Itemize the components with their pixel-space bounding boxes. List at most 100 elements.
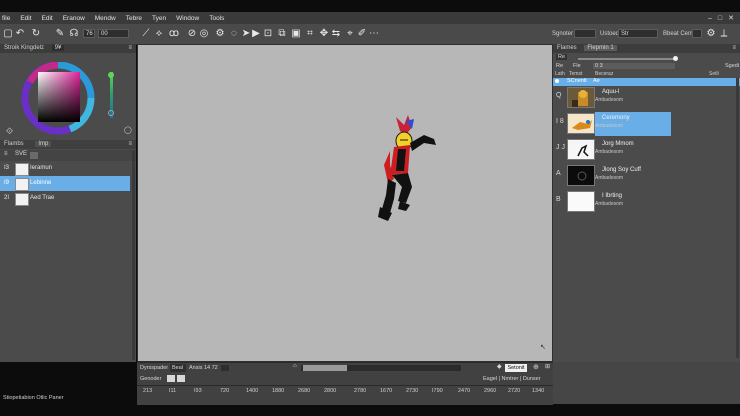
menu-tyen[interactable]: Tyen: [147, 15, 171, 22]
toolbar-field-1[interactable]: [574, 29, 596, 38]
timeline-scroll-thumb[interactable]: [303, 365, 347, 371]
timeline-tick: I93: [194, 388, 202, 394]
minimize-icon[interactable]: –: [708, 15, 712, 22]
reset-colors-icon[interactable]: ⟐: [6, 126, 13, 137]
layers-selected-header[interactable]: SCnentl Ae: [553, 78, 740, 86]
frame-index: I3: [4, 165, 10, 171]
frame-index: 2I: [4, 195, 10, 201]
frame-thumbnail: [15, 178, 29, 191]
color-panel: Stroik Kingdelz 9¥ ≡ ⟐ ◯: [0, 44, 136, 140]
more-icon[interactable]: ⋯: [368, 28, 380, 40]
play-icon[interactable]: ▶: [250, 28, 262, 40]
settings-icon[interactable]: ⚙: [705, 28, 717, 40]
timeline-scrollbar[interactable]: [301, 365, 461, 371]
toolbar-field-3[interactable]: [692, 29, 702, 38]
onion-skin-icon[interactable]: ◆: [497, 363, 502, 370]
tab-flambs[interactable]: Flambs: [4, 141, 24, 147]
hue-slider-handle[interactable]: [108, 72, 114, 78]
timeline-tick: 2730: [406, 388, 419, 394]
frame-label: Aed Trae: [30, 195, 55, 201]
panel-menu-icon[interactable]: ≡: [128, 140, 132, 149]
frame-row[interactable]: I3 Ieramun: [0, 161, 136, 176]
timeline-tick: 2680: [298, 388, 311, 394]
frame-row[interactable]: 2I Aed Trae: [0, 191, 136, 206]
layer-row[interactable]: B I Ibrting Ambadesom: [554, 190, 740, 214]
opacity-slider-handle[interactable]: [673, 56, 678, 61]
add-frame-icon[interactable]: ⊕: [533, 363, 539, 371]
link-icon[interactable]: ⊘: [186, 28, 198, 40]
new-icon[interactable]: ▢: [2, 28, 14, 40]
set-button[interactable]: Setonit: [505, 364, 527, 372]
layers-icon[interactable]: ⧉: [276, 28, 288, 40]
layers-control-sgedi[interactable]: Sgedi: [725, 63, 739, 69]
pen-icon[interactable]: ✎: [54, 28, 66, 40]
frames-scrollbar[interactable]: [132, 150, 135, 360]
menu-file[interactable]: file: [0, 15, 15, 22]
menu-edit-2[interactable]: Edit: [37, 15, 58, 22]
tab-flepmin[interactable]: Flepmin 1: [584, 45, 617, 51]
menu-window[interactable]: Window: [171, 15, 204, 22]
selected-header-right: Ae: [593, 78, 600, 84]
layer-row[interactable]: Q Aquu-l Ambadesom: [554, 86, 740, 110]
value-slider-handle[interactable]: [108, 110, 114, 116]
flip-icon[interactable]: ⇆: [330, 28, 342, 40]
fill-icon[interactable]: ◌: [228, 28, 240, 40]
lasso-icon[interactable]: ꝏ: [168, 28, 180, 40]
tab-imp[interactable]: Imp: [35, 141, 52, 147]
timeline-dropdown[interactable]: [221, 365, 229, 371]
maximize-icon[interactable]: □: [718, 15, 722, 22]
timeline-field[interactable]: Beal: [170, 364, 186, 372]
timeline-grid-icon[interactable]: ⊞: [545, 363, 550, 370]
timeline-panel: Dyrsspader Beal Ansis 14 72 ⌂ ◆ Setonit …: [137, 362, 553, 405]
headphones-icon[interactable]: ☊: [68, 28, 80, 40]
menu-eranow[interactable]: Eranow: [58, 15, 90, 22]
crop-icon[interactable]: ⌗: [304, 28, 316, 40]
frame-label: Lebinne: [30, 180, 52, 186]
transform-icon[interactable]: ⟡: [153, 28, 165, 40]
filter-value[interactable]: SVE: [15, 151, 27, 157]
panel-menu-icon[interactable]: ≡: [128, 44, 132, 53]
close-icon[interactable]: ✕: [728, 14, 734, 22]
color-options-icon[interactable]: ◯: [124, 126, 132, 134]
eyedropper-icon[interactable]: ⌖: [344, 28, 356, 40]
layers-filter-label[interactable]: Re: [556, 54, 568, 60]
color-wheel[interactable]: [20, 62, 98, 140]
undo-icon[interactable]: ↶: [14, 28, 26, 40]
timeline-scroll-icon[interactable]: ⌂: [293, 363, 297, 369]
gear-icon[interactable]: ⚙: [214, 28, 226, 40]
layer-row-selected[interactable]: I 8 Ceremony Ambadesom: [554, 112, 740, 136]
opacity-slider[interactable]: [578, 58, 678, 60]
eye-icon[interactable]: ◎: [198, 28, 210, 40]
layers-control-fle[interactable]: Fle: [573, 63, 581, 69]
timeline-genoder-label: Genoder: [140, 376, 162, 382]
layer-index: Q: [556, 92, 562, 99]
pin-icon[interactable]: ⟂: [718, 28, 730, 40]
panel-menu-icon[interactable]: ≡: [732, 44, 736, 53]
drawing-canvas[interactable]: ↖: [137, 44, 553, 362]
layer-name: I Ibrting: [602, 193, 623, 199]
filter-label: ≡: [4, 151, 8, 157]
timeline-toggle-1[interactable]: [167, 375, 175, 382]
layers-control-re[interactable]: Re: [556, 63, 563, 69]
layer-row[interactable]: J J Jorg Mmom Ambadesom: [554, 138, 740, 162]
timeline-toggle-2[interactable]: [177, 375, 185, 382]
pencil-icon[interactable]: ⟋: [140, 28, 152, 40]
visibility-dot-icon[interactable]: [555, 79, 559, 83]
redo-icon[interactable]: ↻: [30, 28, 42, 40]
zoom-field[interactable]: 00: [98, 29, 129, 38]
filter-dropdown-icon[interactable]: [30, 152, 38, 159]
frame-row-selected[interactable]: I9 Lebinne: [0, 176, 130, 191]
frame-icon[interactable]: ▣: [290, 28, 302, 40]
brush-size-field[interactable]: 76: [83, 29, 95, 38]
brush-icon[interactable]: ✐: [356, 28, 368, 40]
rect-select-icon[interactable]: ⊡: [262, 28, 274, 40]
tab-flames[interactable]: Flames: [557, 45, 577, 51]
layers-blend-field[interactable]: 0 3: [593, 63, 675, 69]
toolbar-field-2[interactable]: Str: [618, 29, 658, 38]
menu-edit[interactable]: Edit: [15, 15, 36, 22]
menu-tools[interactable]: Tools: [204, 15, 229, 22]
layer-row[interactable]: A Jlong Soy Cuff Ambadesom: [554, 164, 740, 188]
menu-tebre[interactable]: Tebre: [121, 15, 147, 22]
menu-mendw[interactable]: Mendw: [90, 15, 121, 22]
move-icon[interactable]: ✥: [318, 28, 330, 40]
